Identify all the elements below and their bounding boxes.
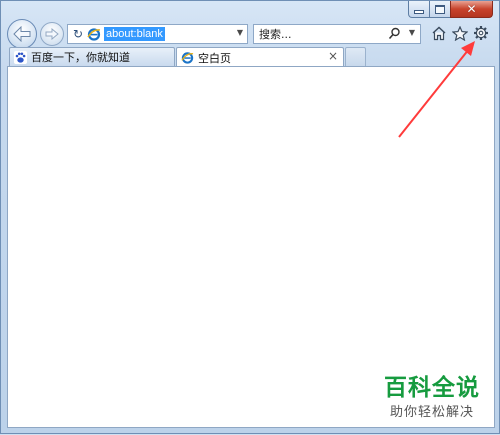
tools-gear-icon xyxy=(474,26,488,40)
baidu-paw-icon xyxy=(14,50,27,64)
close-tab-icon[interactable]: × xyxy=(328,49,338,63)
back-button[interactable] xyxy=(7,19,37,49)
address-dropdown-icon[interactable]: ▼ xyxy=(237,28,243,37)
search-icon[interactable] xyxy=(388,27,401,40)
ie-logo-icon xyxy=(87,28,101,41)
close-button[interactable]: ✕ xyxy=(450,1,493,18)
home-button[interactable] xyxy=(430,24,448,42)
maximize-button[interactable] xyxy=(429,1,451,18)
tab-blank-page[interactable]: 空白页 × xyxy=(176,47,344,67)
favorites-button[interactable] xyxy=(451,24,469,42)
search-placeholder: 搜索... xyxy=(259,28,292,41)
favorites-star-icon xyxy=(452,25,468,41)
tools-button[interactable] xyxy=(472,24,490,42)
watermark: 百科全说 助你轻松解决 xyxy=(377,374,487,422)
forward-button[interactable] xyxy=(40,22,64,46)
tab-label: 空白页 xyxy=(198,51,231,65)
watermark-title: 百科全说 xyxy=(384,375,480,401)
minimize-button[interactable] xyxy=(408,1,430,18)
new-tab-button[interactable] xyxy=(345,47,366,66)
tab-baidu[interactable]: 百度一下，你就知道 xyxy=(9,47,175,66)
search-dropdown-icon[interactable]: ▼ xyxy=(409,28,415,37)
close-icon: ✕ xyxy=(466,2,477,16)
watermark-subtitle: 助你轻松解决 xyxy=(389,405,474,420)
tab-label: 百度一下，你就知道 xyxy=(31,51,130,64)
minimize-icon xyxy=(414,10,424,14)
address-bar[interactable]: ↻ about:blank ▼ xyxy=(67,24,248,44)
browser-window: ✕ ↻ about:blank ▼ 搜索... ▼ 百度一下，你就知道 空白页 … xyxy=(0,0,500,434)
forward-arrow-icon xyxy=(45,28,59,40)
maximize-icon xyxy=(435,4,445,14)
ie-logo-icon xyxy=(181,52,194,64)
back-arrow-icon xyxy=(13,26,31,42)
home-icon xyxy=(432,26,446,40)
refresh-icon[interactable]: ↻ xyxy=(71,27,85,41)
search-box[interactable]: 搜索... ▼ xyxy=(253,24,421,44)
url-text[interactable]: about:blank xyxy=(104,27,165,41)
